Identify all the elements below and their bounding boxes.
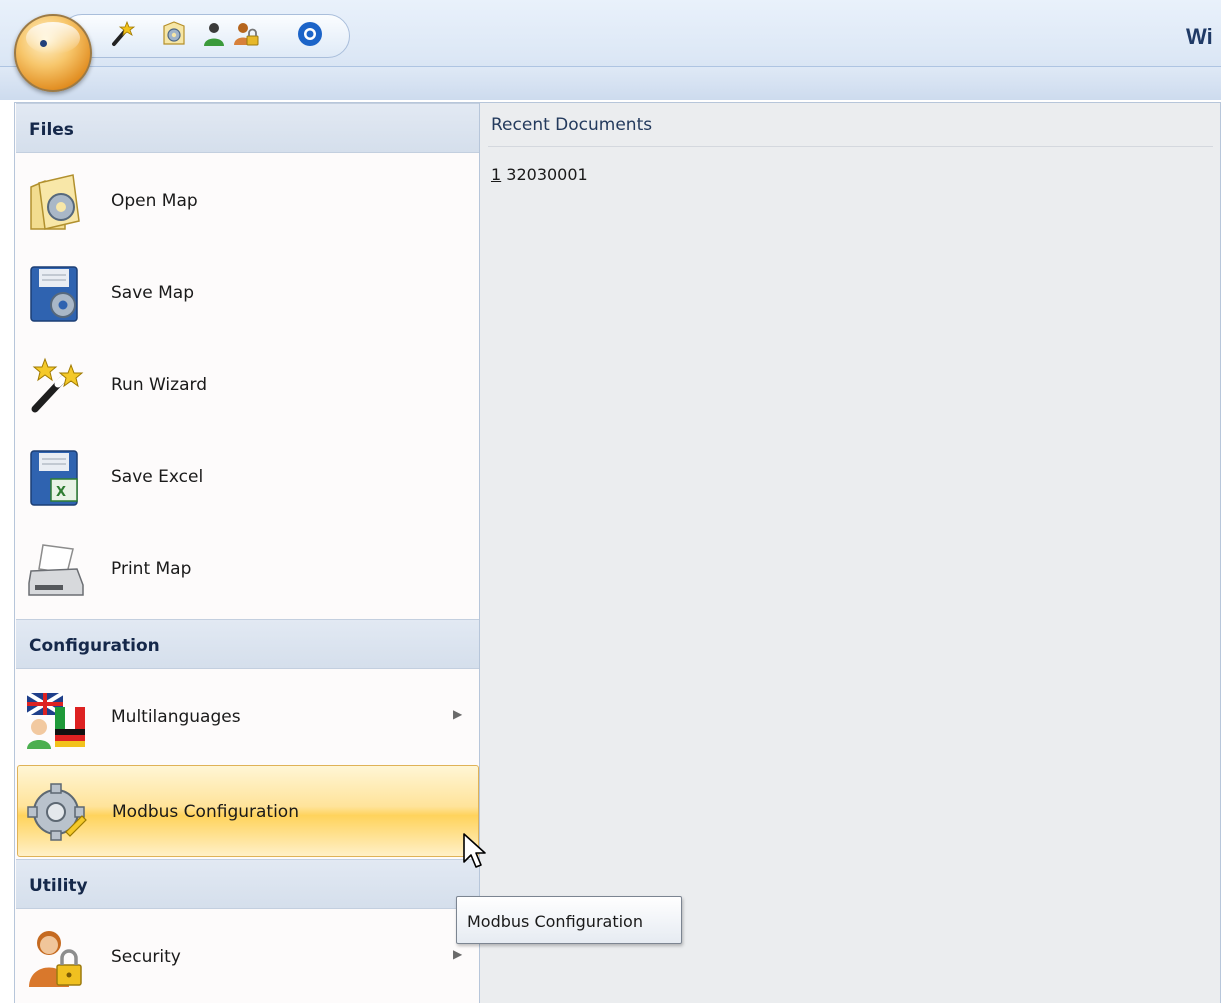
menu-item-label: Save Excel — [111, 467, 204, 487]
window-title: Wi — [1186, 24, 1213, 49]
mouse-cursor-icon — [463, 833, 486, 868]
folder-gear-icon — [25, 171, 87, 233]
user-lock-icon — [25, 927, 87, 989]
modbus-configuration-item[interactable]: Modbus Configuration — [17, 765, 479, 857]
recent-document-name: 32030001 — [506, 165, 588, 184]
menu-item-label: Security — [111, 947, 181, 967]
recent-document-accelerator: 1 — [491, 165, 502, 184]
orb-shine — [26, 22, 80, 54]
menu-item-label: Multilanguages — [111, 707, 241, 727]
title-bar: Wi — [0, 0, 1221, 100]
tooltip: Modbus Configuration — [456, 896, 682, 944]
menu-item-label: Save Map — [111, 283, 195, 303]
title-bar-divider — [0, 66, 1221, 67]
run-wizard-item[interactable]: Run Wizard — [17, 339, 479, 431]
menu-item-label: Open Map — [111, 191, 198, 211]
multilanguages-item[interactable]: Multilanguages ▶ — [17, 671, 479, 763]
application-menu-button[interactable] — [14, 14, 92, 92]
section-header-files: Files — [16, 103, 479, 153]
floppy-excel-icon: X — [25, 447, 87, 509]
security-item[interactable]: Security ▶ — [17, 911, 479, 1003]
section-header-utility: Utility — [16, 859, 479, 909]
save-excel-item[interactable]: X Save Excel — [17, 431, 479, 523]
gear-wrench-icon — [26, 782, 88, 844]
ribbon-band — [0, 67, 1221, 100]
recent-documents-divider — [488, 146, 1213, 147]
svg-text:X: X — [56, 485, 66, 500]
submenu-arrow-icon: ▶ — [453, 707, 463, 721]
submenu-arrow-icon: ▶ — [453, 947, 463, 961]
tooltip-text: Modbus Configuration — [467, 912, 643, 931]
print-map-item[interactable]: Print Map — [17, 523, 479, 615]
user-lock-icon[interactable] — [232, 20, 260, 48]
magic-wand-icon[interactable] — [108, 20, 136, 48]
magic-wand-icon — [25, 355, 87, 417]
section-title: Utility — [29, 876, 88, 896]
orb-dot — [40, 40, 47, 47]
section-header-configuration: Configuration — [16, 619, 479, 669]
document-gear-icon[interactable] — [160, 20, 188, 48]
recent-document-item[interactable]: 1 32030001 — [491, 165, 588, 184]
recent-documents-panel: Recent Documents 1 32030001 — [480, 102, 1221, 1003]
open-map-item[interactable]: Open Map — [17, 155, 479, 247]
section-title: Files — [29, 120, 74, 140]
menu-item-label: Modbus Configuration — [112, 802, 299, 822]
save-map-item[interactable]: Save Map — [17, 247, 479, 339]
flags-icon — [25, 687, 87, 749]
section-title: Configuration — [29, 636, 160, 656]
application-menu: Files Open Map Save Map Run Wizard X Sav… — [14, 102, 480, 1003]
printer-icon — [25, 539, 87, 601]
user-green-icon[interactable] — [200, 20, 228, 48]
floppy-gear-icon — [25, 263, 87, 325]
menu-item-label: Run Wizard — [111, 375, 207, 395]
menu-item-label: Print Map — [111, 559, 192, 579]
recent-documents-title: Recent Documents — [491, 115, 653, 135]
blue-circle-icon[interactable] — [296, 20, 324, 48]
